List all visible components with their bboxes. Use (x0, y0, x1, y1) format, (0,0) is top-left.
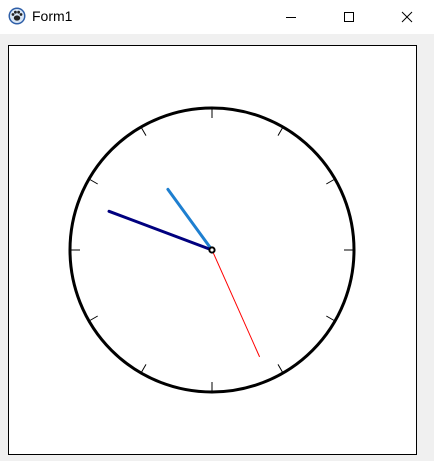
window-title: Form1 (32, 8, 73, 24)
analog-clock (68, 106, 356, 394)
clock-paintbox (8, 45, 417, 455)
maximize-button[interactable] (320, 0, 378, 34)
maximize-icon (344, 12, 354, 22)
title-bar[interactable]: Form1 (0, 0, 434, 34)
close-icon (401, 11, 413, 23)
paw-app-icon (8, 7, 26, 25)
center-pivot (208, 246, 216, 254)
second-hand (211, 249, 261, 358)
minimize-icon (286, 17, 296, 18)
minimize-button[interactable] (262, 0, 320, 34)
client-area (0, 34, 434, 461)
form1-window: Form1 (0, 0, 434, 461)
close-button[interactable] (378, 0, 434, 34)
